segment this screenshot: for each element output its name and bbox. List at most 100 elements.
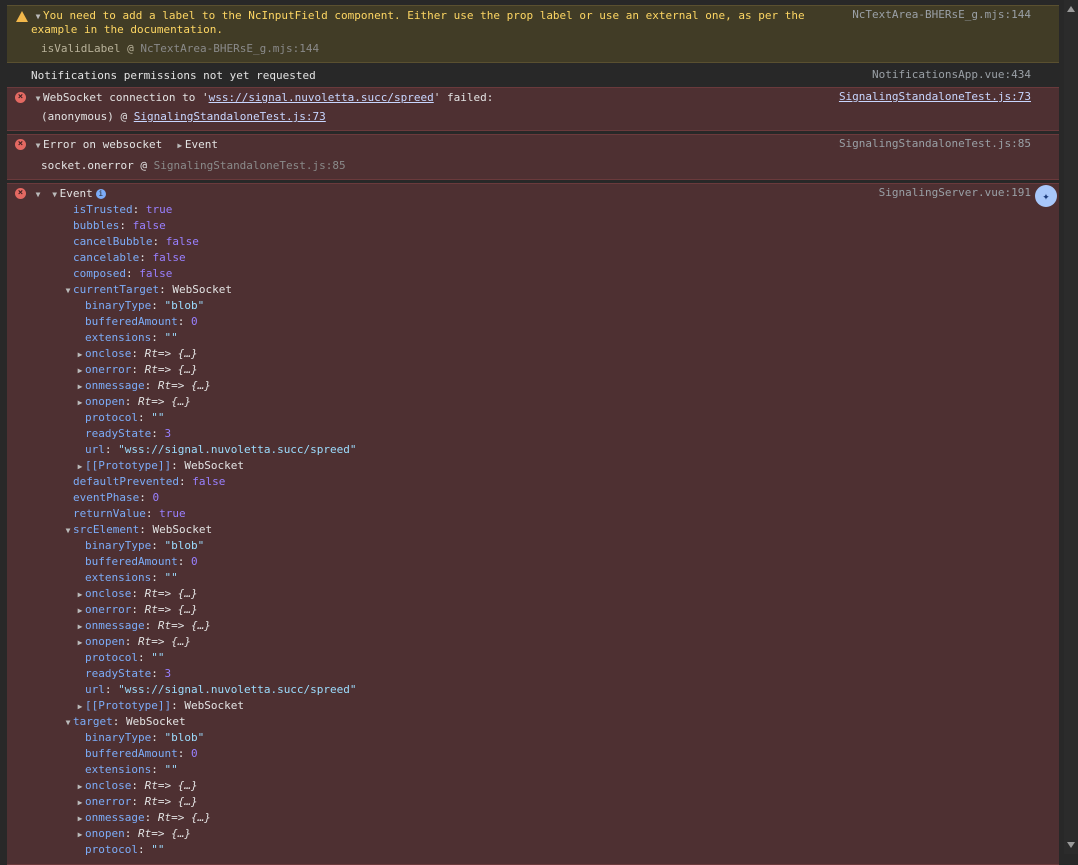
tree-row[interactable]: ▶ onerror: Rt=> {…} (75, 362, 198, 378)
tree-row[interactable]: ▶ onclose: Rt=> {…} (75, 346, 198, 362)
property-separator: : (139, 251, 153, 264)
property-separator: : (132, 203, 146, 216)
collapse-toggle-icon[interactable]: ▼ (33, 91, 43, 107)
property-key: onclose (85, 587, 132, 600)
property-key: binaryType (85, 539, 152, 552)
trace-source-link[interactable]: SignalingStandaloneTest.js:73 (134, 110, 326, 123)
tree-row[interactable]: ▶ onmessage: Rt=> {…} (75, 618, 211, 634)
tree-row[interactable]: ▶ onopen: Rt=> {…} (75, 634, 191, 650)
property-value: "" (164, 763, 178, 776)
expand-toggle-icon[interactable]: ▶ (75, 603, 85, 619)
property-key: readyState (85, 427, 152, 440)
tree-row[interactable]: ▶ onmessage: Rt=> {…} (75, 810, 211, 826)
expand-toggle-icon[interactable]: ▶ (75, 779, 85, 795)
property-key: [[Prototype]] (85, 459, 172, 472)
tree-row[interactable]: ▶ onmessage: Rt=> {…} (75, 378, 211, 394)
tree-row[interactable]: ▶ [[Prototype]]: WebSocket (75, 698, 244, 714)
tree-row: readyState: 3 (75, 426, 171, 442)
tree-row: bufferedAmount: 0 (75, 746, 198, 762)
warning-source-link[interactable]: NcTextArea-BHERsE_g.mjs:144 (852, 8, 1031, 21)
property-key: readyState (85, 667, 152, 680)
info-source-link[interactable]: NotificationsApp.vue:434 (872, 68, 1031, 81)
expand-toggle-icon[interactable]: ▶ (75, 619, 85, 635)
ws-error-suffix: ' failed: (433, 91, 494, 104)
expand-event-icon[interactable]: ▶ (175, 138, 185, 154)
scroll-up-arrow-icon[interactable] (1067, 6, 1075, 12)
console-error-websocket[interactable]: × ▼ WebSocket connection to 'wss://signal… (7, 87, 1059, 131)
property-value: WebSocket (184, 699, 244, 712)
ws-error-prefix: WebSocket connection to ' (43, 91, 209, 104)
tree-row[interactable]: ▼ target: WebSocket (63, 714, 186, 730)
trace-at: @ (127, 42, 134, 55)
trace-source-link[interactable]: SignalingStandaloneTest.js:85 (154, 159, 346, 172)
tree-row[interactable]: ▶ onopen: Rt=> {…} (75, 826, 191, 842)
expand-toggle-icon[interactable]: ▶ (75, 347, 85, 363)
trace-at: @ (120, 110, 128, 123)
property-separator: : (131, 347, 145, 360)
property-value: "" (151, 843, 165, 856)
expand-toggle-icon[interactable]: ▶ (75, 363, 85, 379)
collapse-toggle-icon[interactable]: ▼ (63, 283, 73, 299)
property-separator: : (137, 411, 152, 424)
expand-toggle-icon[interactable]: ▶ (75, 795, 85, 811)
property-separator: : (177, 555, 191, 568)
trace-source-link[interactable]: NcTextArea-BHERsE_g.mjs:144 (140, 42, 319, 55)
tree-row[interactable]: ▶ [[Prototype]]: WebSocket (75, 458, 244, 474)
tree-row: protocol: "" (75, 650, 164, 666)
expand-toggle-icon[interactable]: ▶ (75, 459, 85, 475)
property-separator: : (144, 811, 158, 824)
collapse-toggle-icon[interactable]: ▼ (33, 138, 43, 154)
property-key: onerror (85, 603, 132, 616)
ws-url-link[interactable]: wss://signal.nuvoletta.succ/spreed (209, 91, 434, 104)
vertical-scrollbar[interactable] (1064, 0, 1078, 854)
trace-function: isValidLabel (41, 42, 121, 55)
property-value: false (152, 251, 186, 264)
collapse-toggle-icon[interactable]: ▼ (33, 187, 43, 203)
expand-toggle-icon[interactable]: ▶ (75, 811, 85, 827)
property-value: "" (151, 411, 165, 424)
tree-row[interactable]: ▶ onopen: Rt=> {…} (75, 394, 191, 410)
property-value: Rt=> {…} (138, 827, 191, 840)
property-value: Rt=> {…} (144, 603, 198, 616)
expand-toggle-icon[interactable]: ▶ (75, 635, 85, 651)
property-separator: : (131, 795, 145, 808)
ai-assistance-icon[interactable]: ✦ (1035, 185, 1057, 207)
socket-error-source-link[interactable]: SignalingStandaloneTest.js:85 (839, 137, 1031, 150)
event-label[interactable]: Event (60, 187, 93, 200)
expand-event-icon[interactable]: ▼ (50, 187, 60, 203)
property-key: onclose (85, 779, 132, 792)
expand-toggle-icon[interactable]: ▶ (75, 395, 85, 411)
property-value: false (192, 475, 226, 488)
tree-row[interactable]: ▶ onerror: Rt=> {…} (75, 794, 198, 810)
collapse-toggle-icon[interactable]: ▼ (63, 715, 73, 731)
tree-row[interactable]: ▼ srcElement: WebSocket (63, 522, 213, 539)
expand-toggle-icon[interactable]: ▶ (75, 699, 85, 715)
property-separator: : (131, 779, 145, 792)
scroll-down-arrow-icon[interactable] (1067, 842, 1075, 848)
expand-toggle-icon[interactable]: ▶ (75, 379, 85, 395)
event-label[interactable]: Event (185, 138, 218, 151)
property-key: bufferedAmount (85, 747, 178, 760)
ws-error-source-link[interactable]: SignalingStandaloneTest.js:73 (839, 90, 1031, 103)
event-source-link[interactable]: SignalingServer.vue:191 (879, 186, 1031, 199)
console-error-socket[interactable]: × ▼ Error on websocket ▶ Event SignalingSt… (7, 134, 1059, 180)
tree-row[interactable]: ▶ onclose: Rt=> {…} (75, 778, 198, 794)
property-separator: : (178, 475, 193, 488)
collapse-toggle-icon[interactable]: ▼ (63, 523, 73, 539)
tree-row[interactable]: ▼ currentTarget: WebSocket (63, 282, 232, 298)
expand-toggle-icon[interactable]: ▶ (75, 587, 85, 603)
expand-toggle-icon[interactable]: ▶ (75, 827, 85, 843)
tree-row[interactable]: ▶ onclose: Rt=> {…} (75, 586, 198, 602)
warning-text-line1: You need to add a label to the NcInputFi… (43, 9, 805, 22)
property-separator: : (152, 235, 166, 248)
property-separator: : (177, 315, 191, 328)
property-value: Rt=> {…} (144, 779, 198, 792)
tree-row: url: "wss://signal.nuvoletta.succ/spreed… (75, 442, 357, 458)
info-icon[interactable]: i (95, 189, 106, 199)
console-error-event[interactable]: × ▼ ▼ Event i SignalingServer.vue:191 isTr… (7, 183, 1059, 865)
console-warning-message[interactable]: ▼ You need to add a label to the NcInputF… (7, 5, 1059, 63)
property-value: "blob" (164, 731, 205, 744)
tree-row[interactable]: ▶ onerror: Rt=> {…} (75, 602, 198, 618)
property-value: 3 (164, 667, 172, 680)
console-info-message[interactable]: Notifications permissions not yet reques… (7, 66, 1059, 86)
